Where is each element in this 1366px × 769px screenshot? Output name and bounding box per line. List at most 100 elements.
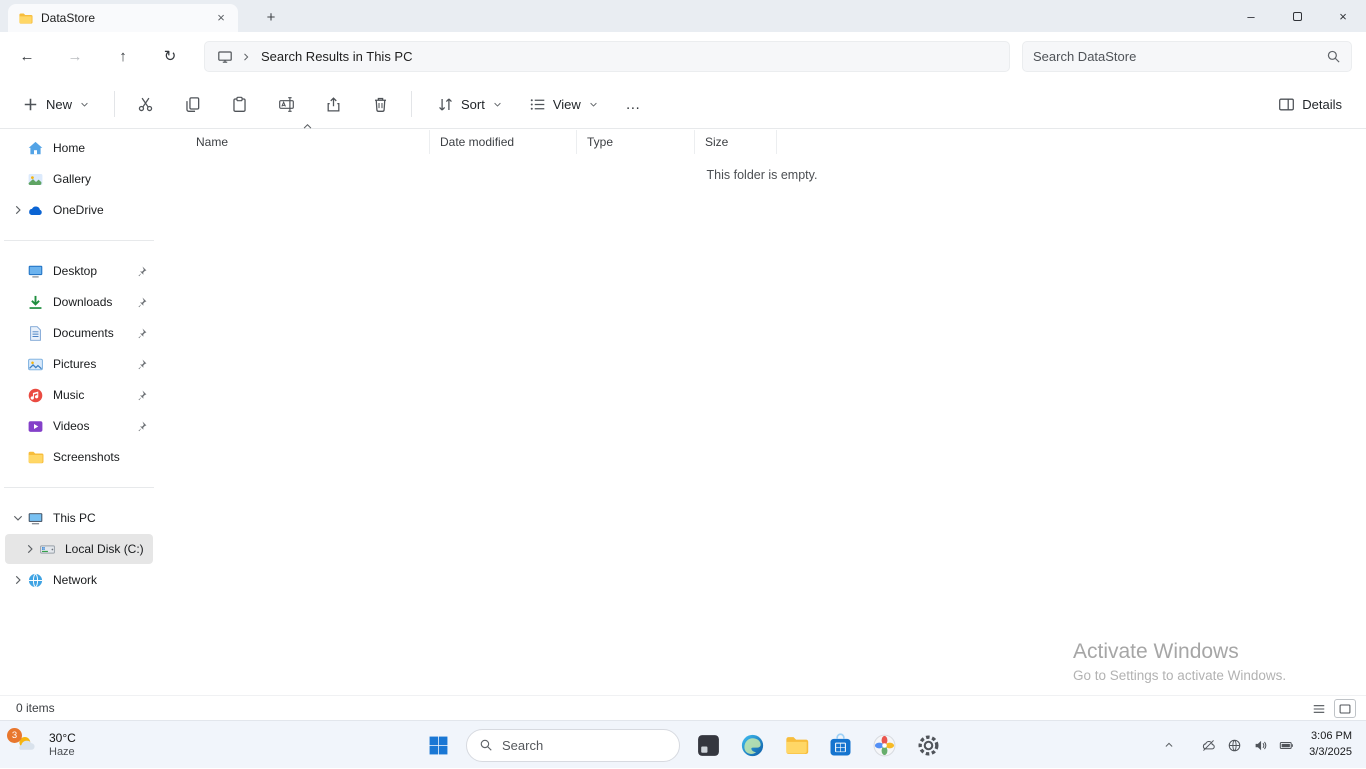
minimize-button[interactable]: –: [1228, 0, 1274, 32]
refresh-button[interactable]: ↻: [153, 40, 187, 72]
list-view-button[interactable]: [1308, 699, 1330, 718]
volume-tray-button[interactable]: [1247, 731, 1273, 759]
details-pane-icon: [1278, 96, 1295, 113]
rename-button[interactable]: [268, 87, 305, 121]
cut-icon: [137, 96, 154, 113]
column-header-label: Date modified: [440, 135, 514, 149]
cut-button[interactable]: [127, 87, 164, 121]
chevron-down-icon: [79, 99, 90, 110]
sort-button[interactable]: Sort: [428, 87, 512, 121]
column-header-name[interactable]: Name: [186, 130, 430, 154]
watermark-subtitle: Go to Settings to activate Windows.: [1073, 668, 1286, 683]
toolbar-icon-group: [127, 87, 399, 121]
sidebar-item-onedrive[interactable]: OneDrive: [5, 195, 153, 225]
file-explorer-taskbar-button[interactable]: [774, 721, 818, 769]
search-box-text: Search DataStore: [1033, 49, 1326, 64]
share-button[interactable]: [315, 87, 352, 121]
volume-icon: [1253, 738, 1268, 753]
view-button[interactable]: View: [520, 87, 608, 121]
empty-folder-message: This folder is empty.: [158, 168, 1366, 182]
network-status-icon: [1227, 738, 1242, 753]
sidebar-item-local-disk-c[interactable]: Local Disk (C:): [5, 534, 153, 564]
weather-widget[interactable]: 3 30°C Haze: [0, 721, 88, 769]
column-header-type[interactable]: Type: [577, 130, 695, 154]
sidebar-item-label: Desktop: [53, 264, 135, 278]
close-button[interactable]: ×: [1320, 0, 1366, 32]
new-button-label: New: [46, 97, 72, 112]
sidebar-item-videos[interactable]: Videos: [5, 411, 153, 441]
column-header-date-modified[interactable]: Date modified: [430, 130, 577, 154]
sidebar-item-gallery[interactable]: Gallery: [5, 164, 153, 194]
activation-watermark: Activate Windows Go to Settings to activ…: [1073, 640, 1286, 683]
search-box[interactable]: Search DataStore: [1022, 41, 1352, 72]
more-options-button[interactable]: …: [616, 87, 650, 121]
forward-button[interactable]: →: [58, 40, 92, 72]
address-bar[interactable]: Search Results in This PC: [204, 41, 1010, 72]
maximize-button[interactable]: [1274, 0, 1320, 32]
chevron-spacer: [11, 141, 25, 155]
up-button[interactable]: ↑: [106, 40, 140, 72]
downloads-icon: [27, 294, 44, 311]
battery-tray-button[interactable]: [1273, 731, 1299, 759]
network-status-tray-button[interactable]: [1221, 731, 1247, 759]
chevron-spacer: [11, 419, 25, 433]
item-count: 0 items: [16, 701, 55, 715]
new-button[interactable]: New: [16, 87, 96, 121]
hidden-icons-button[interactable]: [1155, 731, 1183, 759]
sidebar-item-label: Local Disk (C:): [65, 542, 153, 556]
sidebar-item-label: Downloads: [53, 295, 135, 309]
notification-badge: 3: [7, 728, 22, 743]
chevron-right-icon[interactable]: [11, 573, 25, 587]
back-button[interactable]: ←: [10, 40, 44, 72]
sidebar-item-desktop[interactable]: Desktop: [5, 256, 153, 286]
search-icon[interactable]: [1326, 49, 1341, 64]
photos-taskbar-button[interactable]: [862, 721, 906, 769]
large-icons-view-button[interactable]: [1334, 699, 1356, 718]
sidebar-item-downloads[interactable]: Downloads: [5, 287, 153, 317]
chevron-right-icon[interactable]: [23, 542, 37, 556]
chevron-right-icon[interactable]: [240, 51, 252, 63]
explorer-tab[interactable]: DataStore ×: [8, 4, 238, 32]
tab-close-button[interactable]: ×: [212, 9, 230, 27]
paste-button[interactable]: [221, 87, 258, 121]
folder-icon: [18, 11, 33, 26]
sidebar-item-network[interactable]: Network: [5, 565, 153, 595]
chevron-spacer: [11, 388, 25, 402]
delete-icon: [372, 96, 389, 113]
delete-button[interactable]: [362, 87, 399, 121]
battery-icon: [1279, 738, 1294, 753]
documents-icon: [27, 325, 44, 342]
sidebar-item-label: Videos: [53, 419, 135, 433]
weather-icon: 3: [14, 732, 40, 758]
taskbar-search[interactable]: Search: [466, 729, 680, 762]
onedrive-offline-tray-button[interactable]: [1195, 731, 1221, 759]
computer-icon: [27, 510, 44, 527]
store-icon: [828, 733, 853, 758]
pin-icon: [135, 389, 148, 402]
edge-icon: [740, 733, 765, 758]
rename-icon: [278, 96, 295, 113]
sidebar-item-screenshots[interactable]: Screenshots: [5, 442, 153, 472]
column-header-size[interactable]: Size: [695, 130, 777, 154]
settings-taskbar-button[interactable]: [906, 721, 950, 769]
sidebar-item-label: Gallery: [53, 172, 153, 186]
start-button[interactable]: [416, 721, 460, 769]
chevron-down-icon[interactable]: [11, 511, 25, 525]
sidebar-item-pictures[interactable]: Pictures: [5, 349, 153, 379]
details-pane-button[interactable]: Details: [1270, 87, 1350, 121]
pinned-app-taskbar-button[interactable]: [686, 721, 730, 769]
copy-button[interactable]: [174, 87, 211, 121]
pinned-app-icon: [696, 733, 721, 758]
taskbar-clock[interactable]: 3:06 PM 3/3/2025: [1309, 729, 1352, 761]
column-header-label: Size: [705, 135, 728, 149]
sidebar-item-music[interactable]: Music: [5, 380, 153, 410]
store-taskbar-button[interactable]: [818, 721, 862, 769]
new-tab-button[interactable]: +: [258, 5, 284, 31]
pin-icon: [135, 296, 148, 309]
sidebar-item-documents[interactable]: Documents: [5, 318, 153, 348]
sidebar-item-home[interactable]: Home: [5, 133, 153, 163]
edge-taskbar-button[interactable]: [730, 721, 774, 769]
chevron-right-icon[interactable]: [11, 203, 25, 217]
sidebar-item-this-pc[interactable]: This PC: [5, 503, 153, 533]
sidebar-item-label: Network: [53, 573, 153, 587]
